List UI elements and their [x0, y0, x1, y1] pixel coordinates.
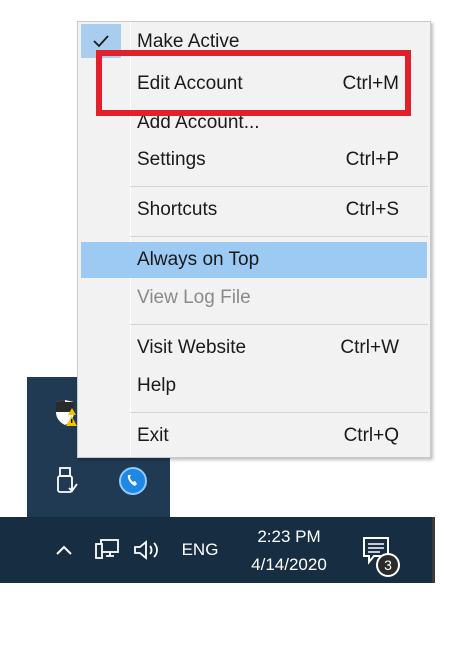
phone-app-icon[interactable]	[117, 465, 149, 497]
highlight-annotation-box	[96, 50, 411, 116]
taskbar-edge	[432, 517, 435, 583]
menu-item-label: Shortcuts	[137, 199, 218, 220]
menu-item-always-on-top[interactable]: Always on Top	[81, 242, 427, 278]
menu-item-exit[interactable]: Exit Ctrl+Q	[81, 418, 427, 454]
chevron-up-icon[interactable]	[52, 537, 76, 563]
menu-item-settings[interactable]: Settings Ctrl+P	[81, 142, 427, 178]
menu-item-label: Exit	[137, 425, 169, 446]
clock-date: 4/14/2020	[251, 555, 327, 574]
menu-item-visit-website[interactable]: Visit Website Ctrl+W	[81, 330, 427, 366]
menu-separator	[130, 236, 428, 237]
menu-separator	[130, 412, 428, 413]
clock[interactable]: 2:23 PM 4/14/2020	[234, 523, 344, 579]
menu-item-help[interactable]: Help	[81, 368, 427, 404]
notification-badge: 3	[376, 553, 400, 577]
menu-item-shortcut: Ctrl+W	[340, 337, 399, 358]
menu-item-label: Always on Top	[137, 249, 260, 270]
speaker-icon[interactable]	[132, 536, 164, 564]
menu-item-label: View Log File	[137, 287, 251, 308]
clock-time: 2:23 PM	[257, 527, 321, 546]
menu-separator	[130, 186, 428, 187]
notification-count: 3	[378, 555, 398, 575]
menu-item-label: Help	[137, 375, 177, 396]
menu-item-view-log-file[interactable]: View Log File	[81, 280, 427, 316]
menu-item-label: Settings	[137, 149, 206, 170]
menu-item-shortcut: Ctrl+P	[345, 149, 399, 170]
menu-item-label: Visit Website	[137, 337, 247, 358]
menu-item-shortcuts[interactable]: Shortcuts Ctrl+S	[81, 192, 427, 228]
taskbar: ENG 2:23 PM 4/14/2020 3	[0, 517, 432, 583]
language-indicator[interactable]: ENG	[176, 538, 224, 562]
menu-item-shortcut: Ctrl+S	[345, 199, 399, 220]
network-icon[interactable]	[92, 536, 122, 564]
menu-item-shortcut: Ctrl+Q	[343, 425, 399, 446]
usb-drive-icon[interactable]	[51, 465, 83, 497]
menu-separator	[130, 324, 428, 325]
